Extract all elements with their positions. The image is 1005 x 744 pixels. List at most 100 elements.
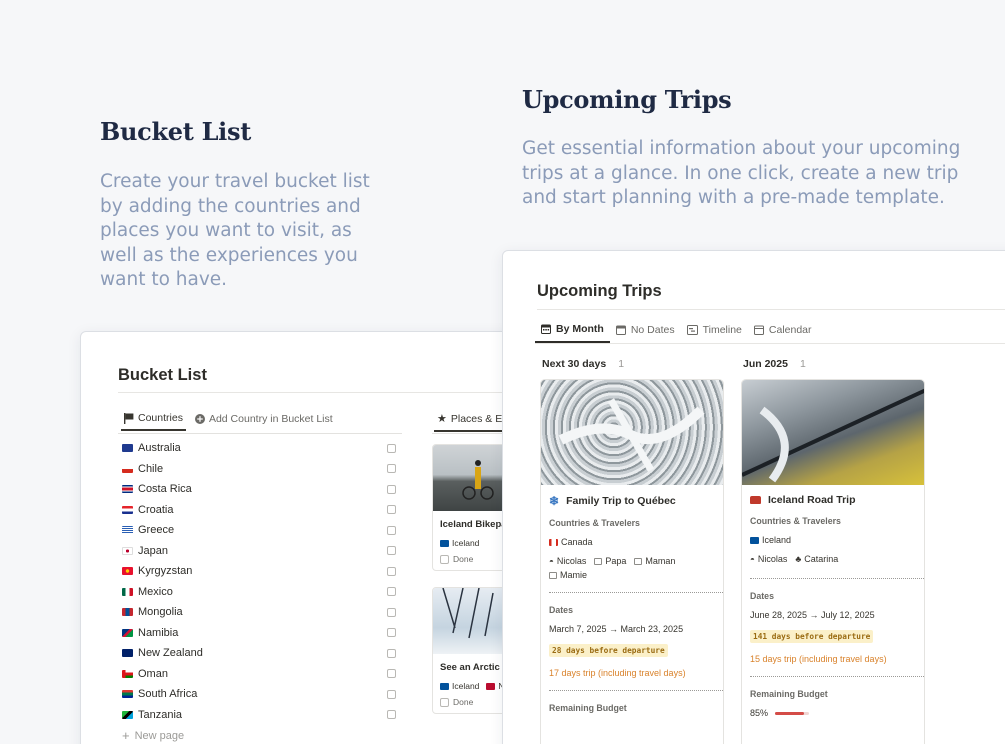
- picture-icon: [549, 571, 557, 579]
- checkbox[interactable]: [387, 648, 396, 658]
- group-name: Jun 2025: [743, 358, 788, 370]
- list-item[interactable]: New Zealand: [122, 643, 400, 664]
- remaining-budget: 85%: [750, 708, 924, 718]
- checkbox[interactable]: [387, 669, 396, 679]
- checkbox[interactable]: [387, 710, 396, 720]
- country-name: Namibia: [138, 626, 179, 639]
- country-name: Croatia: [138, 503, 174, 516]
- calendar-grid-icon: [541, 324, 551, 334]
- group-header: Jun 2025 1: [743, 358, 806, 370]
- tag-label: Iceland: [452, 538, 480, 548]
- divider: [549, 592, 723, 593]
- bucket-tabs: Countries Add Country in Bucket List: [121, 412, 342, 431]
- prop-label: Remaining Budget: [549, 703, 627, 713]
- departure-badge: 28 days before departure: [549, 644, 668, 657]
- budget-value: 85%: [750, 708, 769, 718]
- tag-label: Iceland: [452, 681, 480, 691]
- traveler: Mamie: [549, 570, 587, 580]
- list-item[interactable]: Chile: [122, 459, 400, 480]
- prop-label: Dates: [750, 591, 774, 601]
- checkbox[interactable]: [387, 628, 396, 638]
- tab-label: By Month: [556, 323, 604, 335]
- prop-label: Countries & Travelers: [549, 518, 640, 528]
- country-name: Costa Rica: [138, 483, 192, 496]
- traveler-name: Papa: [605, 556, 627, 566]
- traveler-name: Mamie: [560, 570, 588, 580]
- tab-no-dates[interactable]: No Dates: [610, 324, 681, 342]
- checkbox[interactable]: [387, 464, 396, 474]
- bucket-list-title: Bucket List: [118, 366, 207, 384]
- checkbox[interactable]: [387, 443, 396, 453]
- tab-by-month[interactable]: By Month: [535, 323, 610, 343]
- timeline-icon: [686, 325, 698, 335]
- kyrgyzstan-flag-icon: [122, 567, 133, 576]
- list-item[interactable]: Greece: [122, 520, 400, 541]
- new-zealand-flag-icon: [122, 649, 133, 658]
- place-card[interactable]: See an Arctic F IcelandN Done: [432, 587, 512, 714]
- list-item[interactable]: Croatia: [122, 500, 400, 521]
- list-item[interactable]: Japan: [122, 541, 400, 562]
- namibia-flag-icon: [122, 628, 133, 637]
- list-item[interactable]: Kyrgyzstan: [122, 561, 400, 582]
- country-list: Australia Chile Costa Rica Croatia Greec…: [122, 438, 400, 725]
- done-checkbox-row[interactable]: Done: [440, 554, 511, 564]
- departure-badge: 141 days before departure: [750, 630, 874, 643]
- list-item[interactable]: Tanzania: [122, 705, 400, 726]
- divider: [535, 343, 1005, 344]
- tab-calendar[interactable]: Calendar: [748, 324, 818, 342]
- tab-countries-label: Countries: [138, 412, 183, 424]
- country-name: Mexico: [138, 585, 173, 598]
- car-icon: [750, 496, 761, 504]
- checkbox[interactable]: [387, 607, 396, 617]
- tab-label: Calendar: [768, 324, 812, 336]
- trip-name-label: Iceland Road Trip: [768, 494, 856, 506]
- country-name: Australia: [138, 442, 181, 455]
- traveler-name: Maman: [645, 556, 676, 566]
- checkbox[interactable]: [440, 697, 449, 707]
- list-item[interactable]: Costa Rica: [122, 479, 400, 500]
- new-page-button[interactable]: + New page: [122, 728, 184, 743]
- checkbox[interactable]: [387, 505, 396, 515]
- tab-timeline[interactable]: Timeline: [681, 324, 748, 342]
- list-item[interactable]: Mongolia: [122, 602, 400, 623]
- plus-icon: +: [122, 728, 130, 743]
- star-icon: ★: [437, 413, 447, 425]
- trip-card-image: [742, 380, 924, 485]
- list-item[interactable]: Mexico: [122, 582, 400, 603]
- list-item[interactable]: Namibia: [122, 623, 400, 644]
- plus-circle-icon: [194, 414, 205, 424]
- new-page-label: New page: [134, 729, 185, 742]
- divider: [537, 309, 1005, 310]
- upcoming-trips-title: Upcoming Trips: [537, 282, 662, 300]
- checkbox[interactable]: [387, 566, 396, 576]
- tab-countries[interactable]: Countries: [121, 412, 186, 431]
- trip-card[interactable]: Iceland Road Trip Countries & Travelers …: [741, 379, 925, 744]
- done-checkbox-row[interactable]: Done: [440, 697, 511, 707]
- arctic-scene-graphic: [442, 588, 494, 639]
- place-card[interactable]: Iceland Bikepa Iceland Done: [432, 444, 512, 571]
- checkbox[interactable]: [387, 525, 396, 535]
- checkbox[interactable]: [387, 484, 396, 494]
- checkbox[interactable]: [387, 689, 396, 699]
- checkbox[interactable]: [387, 546, 396, 556]
- trip-card[interactable]: ❄ Family Trip to Québec Countries & Trav…: [540, 379, 724, 744]
- calendar-icon: [753, 325, 764, 335]
- greece-flag-icon: [122, 526, 133, 535]
- list-item[interactable]: South Africa: [122, 684, 400, 705]
- place-card-image: [433, 588, 511, 654]
- oman-flag-icon: [122, 669, 133, 678]
- japan-flag-icon: [122, 546, 133, 555]
- country-name: Japan: [138, 544, 168, 557]
- bucket-list-panel: Bucket List Countries Add Country in Buc…: [80, 331, 520, 744]
- traveler: ◓ Nicolas: [750, 554, 787, 564]
- tab-add-country[interactable]: Add Country in Bucket List: [192, 413, 336, 430]
- done-label: Done: [453, 554, 474, 564]
- south-africa-flag-icon: [122, 690, 133, 699]
- tab-places[interactable]: ★ Places & Ex: [434, 412, 511, 432]
- checkbox[interactable]: [387, 587, 396, 597]
- list-item[interactable]: Australia: [122, 438, 400, 459]
- list-item[interactable]: Oman: [122, 664, 400, 685]
- checkbox[interactable]: [440, 554, 449, 564]
- trip-duration: 17 days trip (including travel days): [549, 668, 686, 678]
- travelers: ◓ Nicolas ♣ Catarina: [750, 554, 918, 564]
